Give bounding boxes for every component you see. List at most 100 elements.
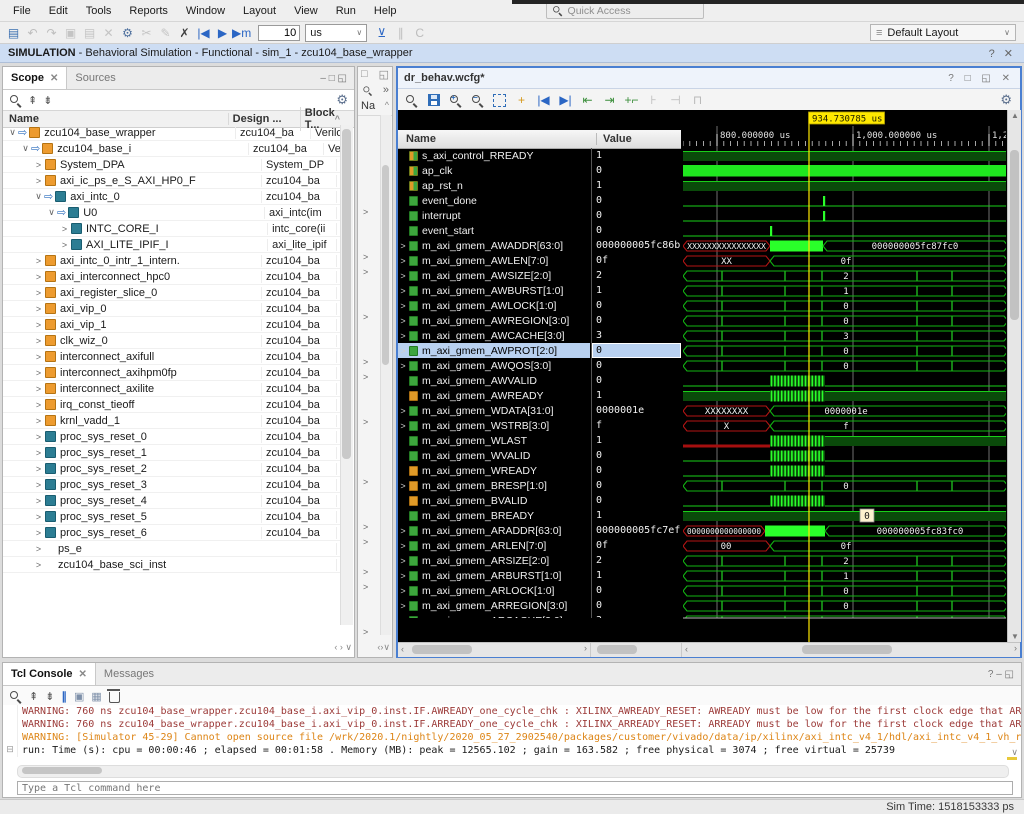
time-unit-select[interactable]: us ∨ xyxy=(305,24,367,42)
scope-tree-row[interactable]: >proc_sys_reset_0zcu104_baVHDL Entity xyxy=(3,429,341,445)
tree-expander-icon[interactable]: > xyxy=(363,627,368,637)
signal-expander-icon[interactable]: > xyxy=(398,616,408,619)
tree-expander-icon[interactable]: > xyxy=(33,496,44,506)
scope-tree-row[interactable]: ∨⇨U0axi_intc(imVHDL Entity xyxy=(3,205,341,221)
scope-tree-row[interactable]: >ps_eSC Module xyxy=(3,541,341,557)
signal-value[interactable]: 0 xyxy=(592,313,681,328)
signal-value[interactable]: 0 xyxy=(592,223,681,238)
tree-expander-icon[interactable]: > xyxy=(33,272,44,282)
waveform-title-bar[interactable]: dr_behav.wcfg* ? □ ◱ ✕ xyxy=(398,68,1020,89)
scope-tree-row[interactable]: ∨⇨axi_intc_0zcu104_baVHDL Entity xyxy=(3,189,341,205)
signal-expander-icon[interactable]: > xyxy=(398,421,408,431)
signal-expander-icon[interactable]: > xyxy=(398,406,408,416)
tab-messages[interactable]: Messages xyxy=(96,663,162,685)
signal-row[interactable]: ap_clk xyxy=(398,163,590,178)
signal-expander-icon[interactable]: > xyxy=(398,361,408,371)
zoom-fit-icon[interactable] xyxy=(490,91,509,109)
signal-row[interactable]: m_axi_gmem_WLAST xyxy=(398,433,590,448)
signal-row[interactable]: >m_axi_gmem_WSTRB[3:0] xyxy=(398,418,590,433)
scope-tree-row[interactable]: >System_DPASystem_DPVerilog Mo xyxy=(3,157,341,173)
column-name[interactable]: Name xyxy=(3,113,228,125)
next-transition-icon[interactable]: ▶| xyxy=(556,91,575,109)
scope-tree-row[interactable]: ∨⇨zcu104_base_wrapperzcu104_baVerilog Mo xyxy=(3,125,341,141)
tree-expander-icon[interactable]: > xyxy=(33,512,44,522)
scope-vertical-scrollbar[interactable] xyxy=(340,125,353,625)
signal-row[interactable]: >m_axi_gmem_AWQOS[3:0] xyxy=(398,358,590,373)
strip-scroll-corner[interactable]: ‹›∨ xyxy=(377,642,390,653)
open-design-icon[interactable]: ▤ xyxy=(4,24,23,42)
signal-value[interactable]: 0 xyxy=(592,583,681,598)
signal-value[interactable]: 1 xyxy=(592,388,681,403)
signal-row[interactable]: m_axi_gmem_AWREADY xyxy=(398,388,590,403)
signal-value[interactable]: 3 xyxy=(592,613,681,618)
signal-value[interactable]: 0 xyxy=(592,598,681,613)
scope-tree-row[interactable]: >proc_sys_reset_1zcu104_baVHDL Entity xyxy=(3,445,341,461)
prev-transition-icon[interactable]: |◀ xyxy=(534,91,553,109)
menu-help[interactable]: Help xyxy=(365,2,406,20)
signal-value[interactable]: 0 xyxy=(592,163,681,178)
tree-expander-icon[interactable]: > xyxy=(33,400,44,410)
signal-value[interactable]: 0000001e xyxy=(592,403,681,418)
scroll-up-icon[interactable]: ▲ xyxy=(1011,111,1019,120)
signal-row[interactable]: event_start xyxy=(398,223,590,238)
search-icon[interactable] xyxy=(402,91,421,109)
signal-expander-icon[interactable]: > xyxy=(398,331,408,341)
save-waveform-icon[interactable] xyxy=(424,91,443,109)
collapse-all-icon[interactable]: ⇞ xyxy=(29,690,38,703)
redo-icon[interactable]: ↷ xyxy=(42,24,61,42)
tree-expander-icon[interactable]: > xyxy=(363,252,368,262)
signal-expander-icon[interactable]: > xyxy=(398,241,408,251)
signal-value[interactable]: f xyxy=(592,418,681,433)
add-marker-icon[interactable]: +⌐ xyxy=(622,91,641,109)
tree-expander-icon[interactable]: > xyxy=(363,537,368,547)
signal-value[interactable]: 1 xyxy=(592,283,681,298)
signal-row[interactable]: >m_axi_gmem_ARADDR[63:0] xyxy=(398,523,590,538)
zoom-out-icon[interactable]: − xyxy=(468,91,487,109)
scope-tree-row[interactable]: >axi_interconnect_hpc0zcu104_baVerilog M… xyxy=(3,269,341,285)
tree-expander-icon[interactable]: > xyxy=(59,224,70,234)
signal-expander-icon[interactable]: > xyxy=(398,526,408,536)
signal-row[interactable]: >m_axi_gmem_ARLOCK[1:0] xyxy=(398,583,590,598)
signal-expander-icon[interactable]: > xyxy=(398,286,408,296)
table-view-icon[interactable]: ▦ xyxy=(91,690,101,703)
menu-view[interactable]: View xyxy=(285,2,327,20)
signal-row[interactable]: m_axi_gmem_BREADY xyxy=(398,508,590,523)
gear-icon[interactable]: ⚙ xyxy=(336,92,348,108)
waveform-window-controls[interactable]: ? □ ◱ ✕ xyxy=(948,73,1014,84)
tree-expander-icon[interactable]: > xyxy=(33,336,44,346)
strip-scrollbar[interactable] xyxy=(380,115,391,635)
zoom-to-cursor-icon[interactable]: + xyxy=(512,91,531,109)
strip-window-controls[interactable]: □◱ xyxy=(358,67,392,83)
signal-row[interactable]: m_axi_gmem_BVALID xyxy=(398,493,590,508)
signal-row[interactable]: >m_axi_gmem_ARBURST[1:0] xyxy=(398,568,590,583)
clear-console-icon[interactable] xyxy=(109,692,120,703)
run-for-icon[interactable]: ▶m xyxy=(232,24,251,42)
signal-row[interactable]: >m_axi_gmem_ARSIZE[2:0] xyxy=(398,553,590,568)
waveform-column-headers[interactable]: Name Value xyxy=(398,130,681,149)
menu-tools[interactable]: Tools xyxy=(77,2,121,20)
tree-expander-icon[interactable]: > xyxy=(33,320,44,330)
tree-expander-icon[interactable]: > xyxy=(363,417,368,427)
tab-tcl-console[interactable]: Tcl Console ✕ xyxy=(3,663,96,685)
edit-icon[interactable]: ✎ xyxy=(156,24,175,42)
scope-tree-row[interactable]: >axi_register_slice_0zcu104_baVerilog Mo xyxy=(3,285,341,301)
scope-tree-row[interactable]: >proc_sys_reset_4zcu104_baVHDL Entity xyxy=(3,493,341,509)
signal-value[interactable]: 0 xyxy=(592,478,681,493)
search-icon[interactable] xyxy=(9,94,22,107)
signal-row[interactable]: >m_axi_gmem_WDATA[31:0] xyxy=(398,403,590,418)
ruler-icon[interactable]: ⊓ xyxy=(688,91,707,109)
tree-expander-icon[interactable]: > xyxy=(33,256,44,266)
signal-value[interactable]: 0f xyxy=(592,253,681,268)
signal-expander-icon[interactable]: > xyxy=(398,571,408,581)
signal-value[interactable]: 0 xyxy=(592,463,681,478)
signal-row[interactable]: >m_axi_gmem_AWADDR[63:0] xyxy=(398,238,590,253)
signal-value[interactable]: 2 xyxy=(592,268,681,283)
signal-row[interactable]: >m_axi_gmem_AWSIZE[2:0] xyxy=(398,268,590,283)
signal-value[interactable]: 1 xyxy=(592,433,681,448)
relaunch-icon[interactable]: C xyxy=(410,24,429,42)
tree-expander-icon[interactable]: > xyxy=(363,567,368,577)
scope-tree-row[interactable]: >INTC_CORE_Iintc_core(iiVHDL Entity xyxy=(3,221,341,237)
tree-expander-icon[interactable]: > xyxy=(363,357,368,367)
signal-value[interactable]: 0 xyxy=(592,448,681,463)
step-icon[interactable]: ⊻ xyxy=(372,24,391,42)
